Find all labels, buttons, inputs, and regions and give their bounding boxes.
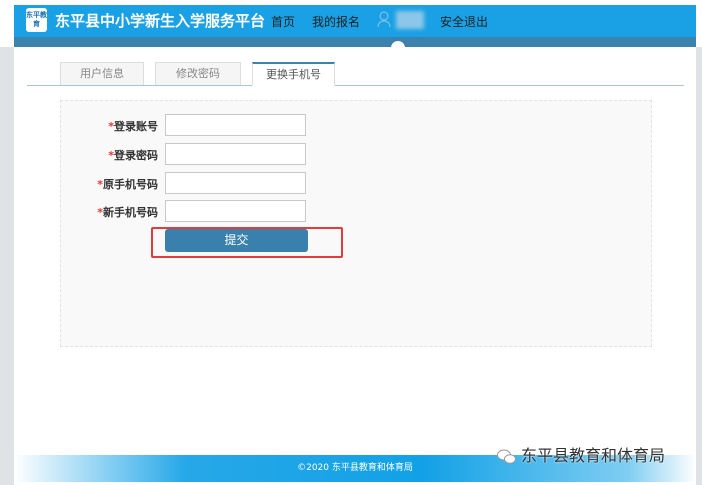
old-phone-input[interactable] [165, 172, 306, 194]
site-title: 东平县中小学新生入学服务平台 [55, 12, 266, 30]
label-text: 登录账号 [114, 120, 158, 133]
username-blurred[interactable] [396, 11, 424, 29]
wechat-icon [497, 449, 516, 464]
user-menu-pointer [391, 41, 405, 55]
footer-copyright: ©2020 东平县教育和体育局 [297, 463, 413, 473]
label-account: *登录账号 [58, 118, 158, 134]
tab-divider [27, 85, 684, 86]
new-phone-input[interactable] [165, 200, 306, 222]
label-text: 登录密码 [114, 149, 158, 162]
tab-change-password[interactable]: 修改密码 [155, 62, 241, 86]
highlight-box [151, 227, 343, 258]
account-input[interactable] [165, 114, 306, 136]
right-margin [696, 47, 702, 485]
left-margin [0, 47, 14, 485]
watermark: 东平县教育和体育局 [497, 442, 665, 466]
nav-home[interactable]: 首页 [271, 13, 295, 30]
label-new-phone: *新手机号码 [58, 204, 158, 220]
tab-user-info[interactable]: 用户信息 [60, 62, 144, 86]
nav-my-registration[interactable]: 我的报名 [312, 13, 360, 30]
label-password: *登录密码 [58, 147, 158, 163]
nav-logout[interactable]: 安全退出 [440, 13, 488, 30]
user-icon[interactable] [377, 11, 391, 27]
label-old-phone: *原手机号码 [58, 176, 158, 192]
form-container [60, 100, 652, 347]
label-text: 新手机号码 [103, 206, 158, 219]
site-logo[interactable]: 东平教育 [26, 8, 47, 32]
tab-change-phone[interactable]: 更换手机号 [252, 62, 335, 86]
label-text: 原手机号码 [103, 178, 158, 191]
header-band [14, 37, 696, 47]
password-input[interactable] [165, 143, 306, 165]
watermark-text: 东平县教育和体育局 [521, 446, 666, 465]
